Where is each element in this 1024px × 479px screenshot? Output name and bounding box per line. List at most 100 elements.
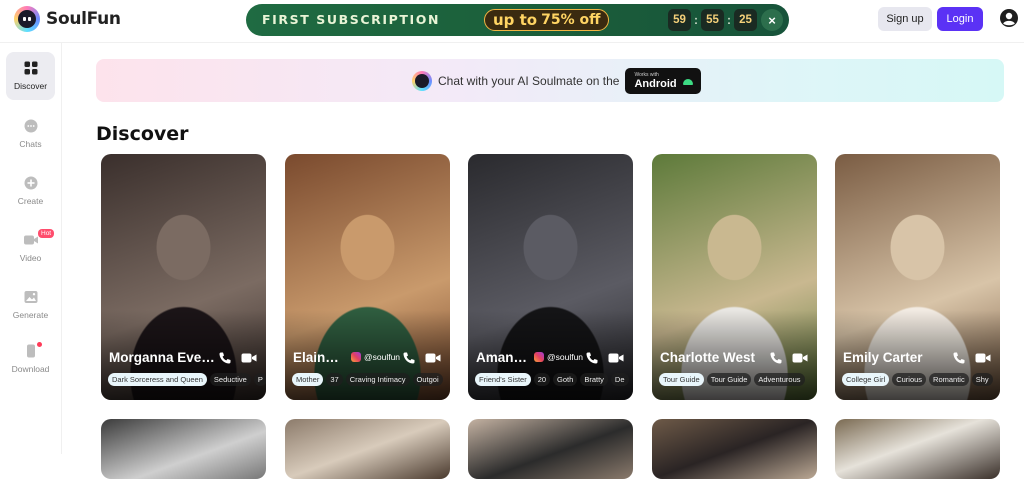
character-tag: Outgoi [412, 373, 443, 386]
instagram-handle-text: @soulfun [547, 352, 584, 362]
character-tag: Friend's Sister [475, 373, 531, 386]
instagram-icon [534, 352, 544, 362]
timer-hours: 59 [668, 9, 691, 31]
video-call-icon[interactable] [608, 352, 624, 364]
character-tag: Tour Guide [706, 373, 752, 386]
character-card[interactable]: Morganna Eve… Dark Sorceress and Queen Sed… [101, 154, 266, 400]
character-tag: 20 [533, 373, 551, 386]
character-name: Aman… [476, 350, 528, 365]
android-badge-label: Android [634, 78, 677, 90]
instagram-handle[interactable]: @soulfun [534, 352, 583, 362]
sidebar-item-discover[interactable]: Discover [6, 52, 55, 100]
character-card[interactable] [835, 419, 1000, 479]
character-tag: Shy [971, 373, 993, 386]
timer-seconds: 25 [734, 9, 757, 31]
sidebar-item-label: Video [19, 253, 42, 263]
phone-call-icon[interactable] [218, 351, 232, 365]
character-tag: Romantic [929, 373, 969, 386]
character-tag: Curious [892, 373, 927, 386]
character-tags: Dark Sorceress and Queen Seductive P [108, 373, 266, 386]
login-button[interactable]: Login [937, 7, 983, 31]
character-tag: Goth [553, 373, 578, 386]
instagram-icon [351, 352, 361, 362]
character-tag: Mother [292, 373, 324, 386]
sidebar: Discover Chats Create Hot Video Generate [0, 43, 62, 454]
character-name: Morganna Eve… [109, 350, 215, 365]
character-tag: De [610, 373, 629, 386]
phone-call-icon[interactable] [952, 351, 966, 365]
android-badge[interactable]: Works with Android [625, 68, 702, 94]
page-title: Discover [96, 123, 189, 145]
image-icon [24, 291, 37, 303]
character-card[interactable]: Emily Carter College Girl Curious Romantic S… [835, 154, 1000, 400]
instagram-handle-text: @soulfun [364, 352, 401, 362]
character-card[interactable] [285, 419, 450, 479]
sidebar-item-video[interactable]: Hot Video [6, 224, 55, 272]
logo-text: SoulFun [46, 9, 121, 29]
android-robot-icon [683, 79, 694, 85]
sidebar-item-create[interactable]: Create [6, 167, 55, 215]
character-tag: Dark Sorceress and Queen [108, 373, 207, 386]
sidebar-item-label: Create [17, 196, 44, 206]
character-tags: Mother 37 Craving Intimacy Outgoi [292, 373, 443, 386]
character-card[interactable]: Charlotte West Tour Guide Tour Guide Advent… [652, 154, 817, 400]
instagram-handle[interactable]: @soulfun [351, 352, 400, 362]
character-tag: Adventurous [754, 373, 805, 386]
character-card[interactable] [101, 419, 266, 479]
character-tag: College Girl [842, 373, 890, 386]
video-call-icon[interactable] [792, 352, 808, 364]
android-app-banner[interactable]: Chat with your AI Soulmate on the Works … [96, 59, 1004, 102]
plus-circle-icon [24, 176, 37, 190]
chat-bubble-icon [24, 119, 37, 133]
banner-text: Chat with your AI Soulmate on the [438, 74, 620, 88]
promo-banner[interactable]: FIRST SUBSCRIPTION up to 75% off 59 : 55… [246, 4, 789, 36]
top-header: SoulFun FIRST SUBSCRIPTION up to 75% off… [0, 0, 1024, 43]
phone-call-icon[interactable] [769, 351, 783, 365]
promo-offer-badge: up to 75% off [484, 9, 610, 31]
sidebar-item-label: Discover [13, 81, 48, 91]
sidebar-item-chats[interactable]: Chats [6, 110, 55, 158]
video-call-icon[interactable] [425, 352, 441, 364]
character-tags: Friend's Sister 20 Goth Bratty De [475, 373, 629, 386]
character-name: Elain… [293, 350, 339, 365]
promo-offer-value: 75% off [541, 12, 601, 28]
sidebar-item-label: Generate [12, 310, 49, 320]
account-icon[interactable] [999, 8, 1019, 28]
sign-up-button[interactable]: Sign up [878, 7, 932, 31]
promo-title: FIRST SUBSCRIPTION [262, 12, 441, 27]
character-tag: P [253, 373, 266, 386]
notification-dot [37, 342, 42, 347]
sidebar-item-label: Chats [19, 139, 42, 149]
promo-offer-prefix: up to [493, 11, 538, 29]
timer-minutes: 55 [701, 9, 724, 31]
soulfun-logo-icon [412, 71, 432, 91]
character-card[interactable]: Elain… @soulfun Mother 37 Craving Intimacy Ou… [285, 154, 450, 400]
character-tags: College Girl Curious Romantic Shy [842, 373, 993, 386]
sidebar-item-label: Download [11, 364, 50, 374]
character-tags: Tour Guide Tour Guide Adventurous [659, 373, 805, 386]
video-call-icon[interactable] [975, 352, 991, 364]
soulfun-logo-icon [14, 6, 40, 32]
countdown-timer: 59 : 55 : 25 [668, 9, 757, 31]
promo-close-button[interactable]: × [761, 9, 783, 31]
character-tag: Bratty [580, 373, 608, 386]
character-card[interactable] [652, 419, 817, 479]
sidebar-item-generate[interactable]: Generate [6, 281, 55, 329]
character-tag: Seductive [209, 373, 251, 386]
character-card[interactable] [468, 419, 633, 479]
character-tag: 37 [326, 373, 343, 386]
character-name: Charlotte West [660, 350, 756, 365]
video-call-icon[interactable] [241, 352, 257, 364]
character-name: Emily Carter [843, 350, 923, 365]
video-camera-icon [23, 235, 38, 245]
sidebar-item-download[interactable]: Download [6, 335, 55, 383]
hot-badge: Hot [38, 229, 55, 238]
phone-download-icon [26, 344, 35, 358]
phone-call-icon[interactable] [585, 351, 599, 365]
grid-icon [24, 61, 37, 75]
phone-call-icon[interactable] [402, 351, 416, 365]
character-tag: Tour Guide [659, 373, 704, 386]
character-card[interactable]: Aman… @soulfun Friend's Sister 20 Goth Bratty… [468, 154, 633, 400]
character-tag: Craving Intimacy [345, 373, 410, 386]
soulfun-logo[interactable]: SoulFun [14, 6, 121, 32]
